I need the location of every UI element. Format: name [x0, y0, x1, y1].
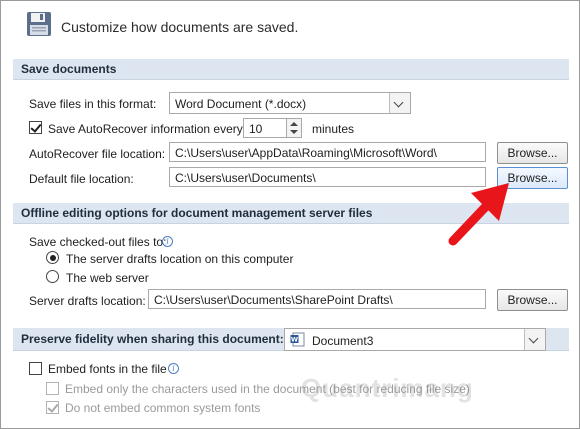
default-location-value: C:\Users\user\Documents\	[175, 171, 316, 185]
minutes-spinner[interactable]	[286, 118, 302, 138]
no-common-fonts-label[interactable]: Do not embed common system fonts	[65, 401, 260, 415]
watermark-text: Quantrimang	[301, 373, 474, 403]
section-title: Save documents	[21, 62, 117, 76]
autorecover-minutes-input[interactable]: 10	[243, 118, 287, 138]
spin-down-icon[interactable]	[290, 130, 298, 134]
section-title: Preserve fidelity when sharing this docu…	[21, 332, 284, 346]
info-icon: i	[162, 236, 173, 247]
format-dropdown[interactable]: Word Document (*.docx)	[169, 92, 411, 114]
section-title: Offline editing options for document man…	[21, 206, 373, 220]
minutes-label: minutes	[312, 122, 355, 136]
embed-fonts-checkbox[interactable]	[29, 362, 42, 375]
chevron-down-icon[interactable]	[389, 93, 410, 113]
info-icon: i	[168, 363, 179, 374]
format-value: Word Document (*.docx)	[175, 97, 307, 111]
autorecover-location-label: AutoRecover file location:	[29, 147, 166, 161]
document-dropdown[interactable]: W Document3	[284, 328, 546, 351]
checked-out-label: Save checked-out files to:	[29, 235, 167, 249]
word-options-save-panel: Customize how documents are saved. Save …	[0, 0, 580, 429]
section-save-documents: Save documents	[13, 59, 569, 80]
server-drafts-label: Server drafts location:	[29, 294, 146, 308]
server-drafts-value: C:\Users\user\Documents\SharePoint Draft…	[154, 293, 393, 307]
autorecover-label: Save AutoRecover information every	[48, 122, 243, 136]
server-drafts-browse-button[interactable]: Browse...	[497, 289, 568, 311]
autorecover-location-value: C:\Users\user\AppData\Roaming\Microsoft\…	[175, 146, 437, 160]
server-drafts-field[interactable]: C:\Users\user\Documents\SharePoint Draft…	[148, 289, 486, 309]
default-location-label: Default file location:	[29, 172, 134, 186]
radio-web-server[interactable]	[46, 270, 59, 283]
default-location-field[interactable]: C:\Users\user\Documents\	[169, 167, 486, 187]
autorecover-location-field[interactable]: C:\Users\user\AppData\Roaming\Microsoft\…	[169, 142, 486, 162]
red-arrow-annotation	[441, 179, 513, 249]
document-value: Document3	[312, 334, 374, 348]
format-label: Save files in this format:	[29, 97, 157, 111]
save-floppy-icon	[26, 11, 52, 37]
no-common-fonts-checkbox[interactable]	[46, 401, 59, 414]
autorecover-checkbox[interactable]	[29, 121, 42, 134]
minutes-value: 10	[249, 122, 263, 136]
radio-web-server-label[interactable]: The web server	[66, 271, 149, 285]
autorecover-browse-button[interactable]: Browse...	[497, 142, 568, 164]
page-title: Customize how documents are saved.	[61, 19, 299, 35]
svg-text:W: W	[291, 336, 298, 344]
chevron-down-icon[interactable]	[524, 329, 545, 350]
spin-up-icon[interactable]	[290, 122, 298, 126]
embed-fonts-label[interactable]: Embed fonts in the file	[48, 362, 167, 376]
radio-server-drafts-label[interactable]: The server drafts location on this compu…	[66, 252, 293, 266]
word-document-icon: W	[290, 332, 305, 347]
embed-chars-checkbox[interactable]	[46, 382, 59, 395]
radio-server-drafts[interactable]	[46, 251, 59, 264]
